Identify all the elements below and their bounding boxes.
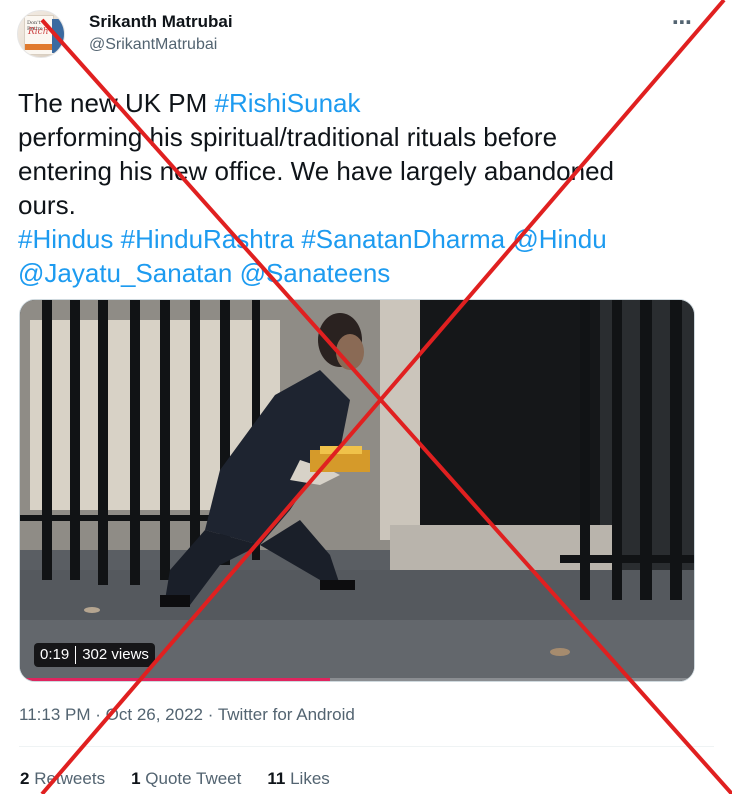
video-frame	[20, 300, 694, 681]
mention-hindu[interactable]: @Hindu	[512, 224, 606, 254]
meta-separator: ·	[95, 705, 101, 724]
avatar-book-title: Rich	[28, 27, 49, 37]
quote-tweets-stat[interactable]: 1 Quote Tweet	[131, 769, 241, 789]
video-progress-track[interactable]	[20, 678, 694, 681]
retweets-stat[interactable]: 2 Retweets	[20, 769, 105, 789]
tweet-meta: 11:13 PM · Oct 26, 2022 · Twitter for An…	[19, 705, 355, 725]
tweet-source[interactable]: Twitter for Android	[218, 705, 355, 724]
video-progress-fill	[20, 678, 331, 681]
tweet-tags-line-2: @Jayatu_Sanatan @Sanateens	[18, 256, 708, 290]
hashtag-hindurashtra[interactable]: #HinduRashtra	[121, 224, 294, 254]
author-name[interactable]: Srikanth Matrubai	[89, 12, 233, 32]
tweet-line-4: ours.	[18, 190, 76, 220]
author-handle[interactable]: @SrikantMatrubai	[89, 36, 217, 54]
tweet-line-1: The new UK PM #RishiSunak	[18, 88, 361, 118]
divider	[19, 746, 714, 747]
tweet-text: The new UK PM #RishiSunak performing his…	[18, 86, 708, 290]
video-stats-badge: 0:19 302 views	[34, 643, 155, 667]
hashtag-rishisunak[interactable]: #RishiSunak	[215, 88, 361, 118]
more-options-icon[interactable]: ⋯	[672, 10, 693, 35]
avatar[interactable]: Don't Retire Rich	[17, 10, 65, 58]
hashtag-hindus[interactable]: #Hindus	[18, 224, 113, 254]
hashtag-sanatandharma[interactable]: #SanatanDharma	[301, 224, 505, 254]
tweet-time[interactable]: 11:13 PM	[19, 705, 91, 724]
mention-sanateens[interactable]: @Sanateens	[240, 258, 391, 288]
video-player[interactable]: 0:19 302 views	[19, 299, 695, 682]
tweet-line-2: performing his spiritual/traditional rit…	[18, 122, 558, 152]
likes-stat[interactable]: 11 Likes	[267, 769, 329, 789]
video-views: 302 views	[82, 646, 149, 663]
avatar-book-cover: Don't Retire Rich	[24, 15, 54, 55]
tweet-stats: 2 Retweets 1 Quote Tweet 11 Likes	[20, 769, 330, 789]
video-duration: 0:19	[40, 646, 70, 663]
tweet-line-3: entering his new office. We have largely…	[18, 156, 614, 186]
tweet-date[interactable]: Oct 26, 2022	[106, 705, 203, 724]
mention-jayatu-sanatan[interactable]: @Jayatu_Sanatan	[18, 258, 232, 288]
meta-separator: ·	[207, 705, 214, 724]
tweet-tags-line-1: #Hindus #HinduRashtra #SanatanDharma @Hi…	[18, 222, 708, 256]
